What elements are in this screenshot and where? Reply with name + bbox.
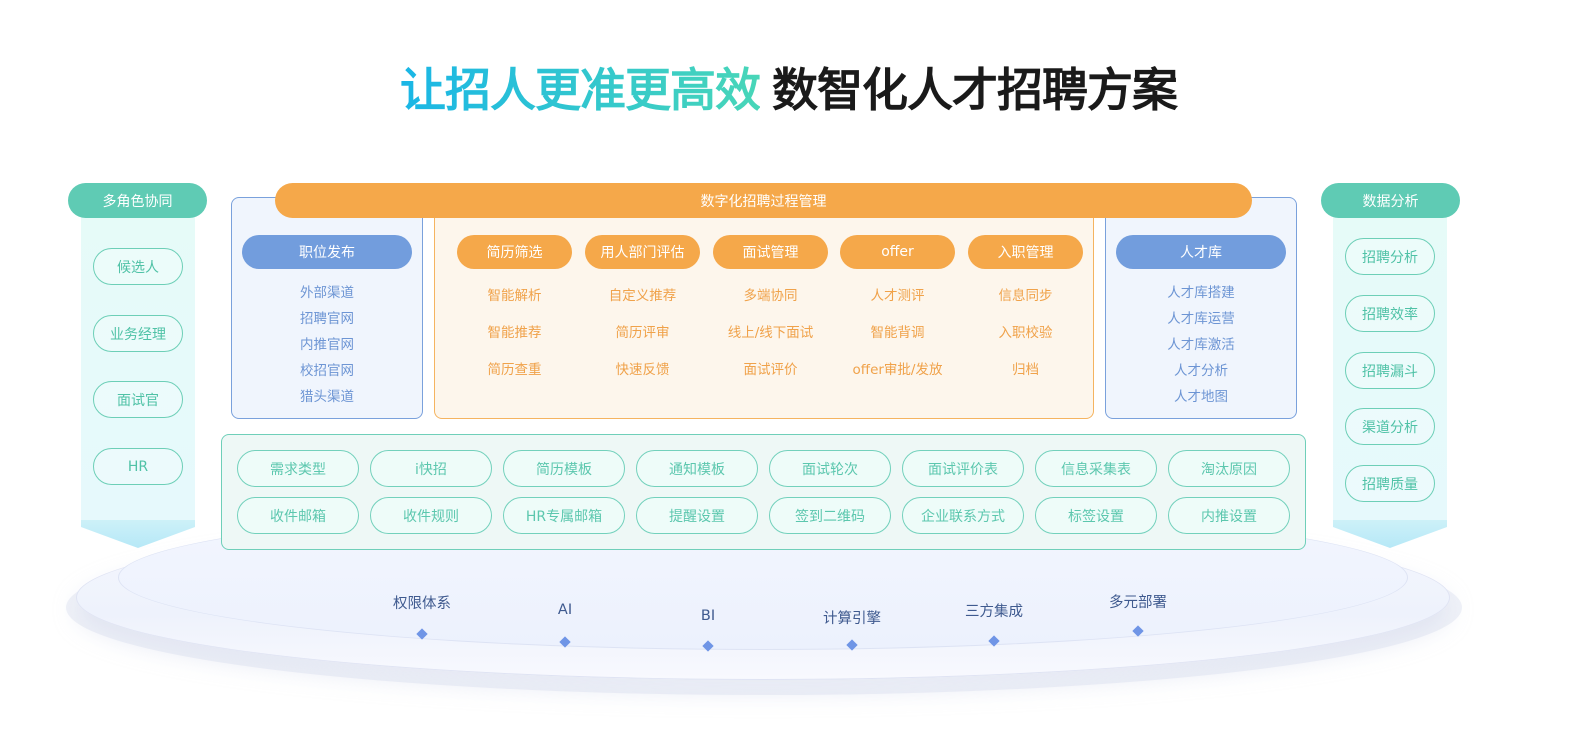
foundation-label: 权限体系 [393, 596, 451, 612]
config-setting-pill[interactable]: 企业联系方式 [902, 497, 1024, 534]
role-pill[interactable]: 业务经理 [93, 315, 183, 352]
process-feature[interactable]: 快速反馈 [585, 352, 700, 389]
config-setting-pill[interactable]: 面试轮次 [769, 450, 891, 487]
process-module-onboarding: 入职管理 信息同步 入职校验 归档 [968, 235, 1083, 389]
config-setting-pill[interactable]: 面试评价表 [902, 450, 1024, 487]
process-feature[interactable]: 多端协同 [713, 278, 828, 315]
foundation-label: 计算引擎 [823, 611, 881, 627]
process-module-header[interactable]: offer [840, 235, 955, 269]
process-module-interview: 面试管理 多端协同 线上/线下面试 面试评价 [713, 235, 828, 389]
analysis-pill[interactable]: 渠道分析 [1345, 408, 1435, 445]
talent-pool-item[interactable]: 人才库激活 [1105, 335, 1297, 361]
job-channel-item[interactable]: 猎头渠道 [231, 387, 423, 413]
foundation-label: AI [557, 602, 573, 618]
foundation-label: BI [700, 608, 716, 624]
foundation-label: 三方集成 [965, 604, 1023, 620]
job-channel-item[interactable]: 外部渠道 [231, 283, 423, 309]
role-pill[interactable]: 面试官 [93, 381, 183, 418]
process-feature[interactable]: 入职校验 [968, 315, 1083, 352]
process-feature[interactable]: 人才测评 [840, 278, 955, 315]
process-feature[interactable]: 简历查重 [457, 352, 572, 389]
analysis-pill[interactable]: 招聘漏斗 [1345, 352, 1435, 389]
process-module-header[interactable]: 简历筛选 [457, 235, 572, 269]
talent-pool-item[interactable]: 人才库搭建 [1105, 283, 1297, 309]
process-feature[interactable]: 面试评价 [713, 352, 828, 389]
config-setting-pill[interactable]: 淘汰原因 [1168, 450, 1290, 487]
analysis-pill[interactable]: 招聘分析 [1345, 238, 1435, 275]
config-setting-pill[interactable]: 收件规则 [370, 497, 492, 534]
process-module-dept-evaluation: 用人部门评估 自定义推荐 简历评审 快速反馈 [585, 235, 700, 389]
left-column-header: 多角色协同 [68, 183, 207, 218]
job-channel-item[interactable]: 内推官网 [231, 335, 423, 361]
config-setting-pill[interactable]: 收件邮箱 [237, 497, 359, 534]
left-column-arrow [81, 520, 195, 548]
page-title: 让招人更准更高效 数智化人才招聘方案 [0, 54, 1577, 120]
process-feature[interactable]: 信息同步 [968, 278, 1083, 315]
right-column-header: 数据分析 [1321, 183, 1460, 218]
job-posting-list: 外部渠道 招聘官网 内推官网 校招官网 猎头渠道 [231, 283, 423, 413]
process-feature[interactable]: 智能解析 [457, 278, 572, 315]
config-setting-pill[interactable]: 签到二维码 [769, 497, 891, 534]
process-module-resume-screening: 简历筛选 智能解析 智能推荐 简历查重 [457, 235, 572, 389]
config-setting-pill[interactable]: 信息采集表 [1035, 450, 1157, 487]
talent-pool-item[interactable]: 人才分析 [1105, 361, 1297, 387]
config-setting-pill[interactable]: 内推设置 [1168, 497, 1290, 534]
config-setting-pill[interactable]: 简历模板 [503, 450, 625, 487]
talent-pool-item[interactable]: 人才库运营 [1105, 309, 1297, 335]
right-column-arrow [1333, 520, 1447, 548]
process-module-offer: offer 人才测评 智能背调 offer审批/发放 [840, 235, 955, 389]
config-setting-pill[interactable]: 标签设置 [1035, 497, 1157, 534]
job-posting-header: 职位发布 [242, 235, 412, 269]
job-channel-item[interactable]: 校招官网 [231, 361, 423, 387]
analysis-pill[interactable]: 招聘质量 [1345, 465, 1435, 502]
title-highlight: 让招人更准更高效 [400, 63, 761, 117]
process-feature[interactable]: 简历评审 [585, 315, 700, 352]
foundation-label: 多元部署 [1109, 595, 1167, 611]
role-pill[interactable]: HR [93, 448, 183, 485]
title-main: 数智化人才招聘方案 [772, 63, 1178, 117]
config-setting-pill[interactable]: 通知模板 [636, 450, 758, 487]
analysis-pill[interactable]: 招聘效率 [1345, 295, 1435, 332]
talent-pool-item[interactable]: 人才地图 [1105, 387, 1297, 413]
config-setting-pill[interactable]: i快招 [370, 450, 492, 487]
process-feature[interactable]: offer审批/发放 [840, 352, 955, 389]
config-setting-pill[interactable]: HR专属邮箱 [503, 497, 625, 534]
job-channel-item[interactable]: 招聘官网 [231, 309, 423, 335]
process-module-header[interactable]: 入职管理 [968, 235, 1083, 269]
process-feature[interactable]: 归档 [968, 352, 1083, 389]
process-feature[interactable]: 智能背调 [840, 315, 955, 352]
talent-pool-list: 人才库搭建 人才库运营 人才库激活 人才分析 人才地图 [1105, 283, 1297, 413]
talent-pool-header: 人才库 [1116, 235, 1286, 269]
role-pill[interactable]: 候选人 [93, 248, 183, 285]
process-module-header[interactable]: 面试管理 [713, 235, 828, 269]
process-feature[interactable]: 智能推荐 [457, 315, 572, 352]
process-module-header[interactable]: 用人部门评估 [585, 235, 700, 269]
config-setting-pill[interactable]: 需求类型 [237, 450, 359, 487]
process-feature[interactable]: 自定义推荐 [585, 278, 700, 315]
process-banner: 数字化招聘过程管理 [275, 183, 1252, 218]
process-feature[interactable]: 线上/线下面试 [713, 315, 828, 352]
config-setting-pill[interactable]: 提醒设置 [636, 497, 758, 534]
